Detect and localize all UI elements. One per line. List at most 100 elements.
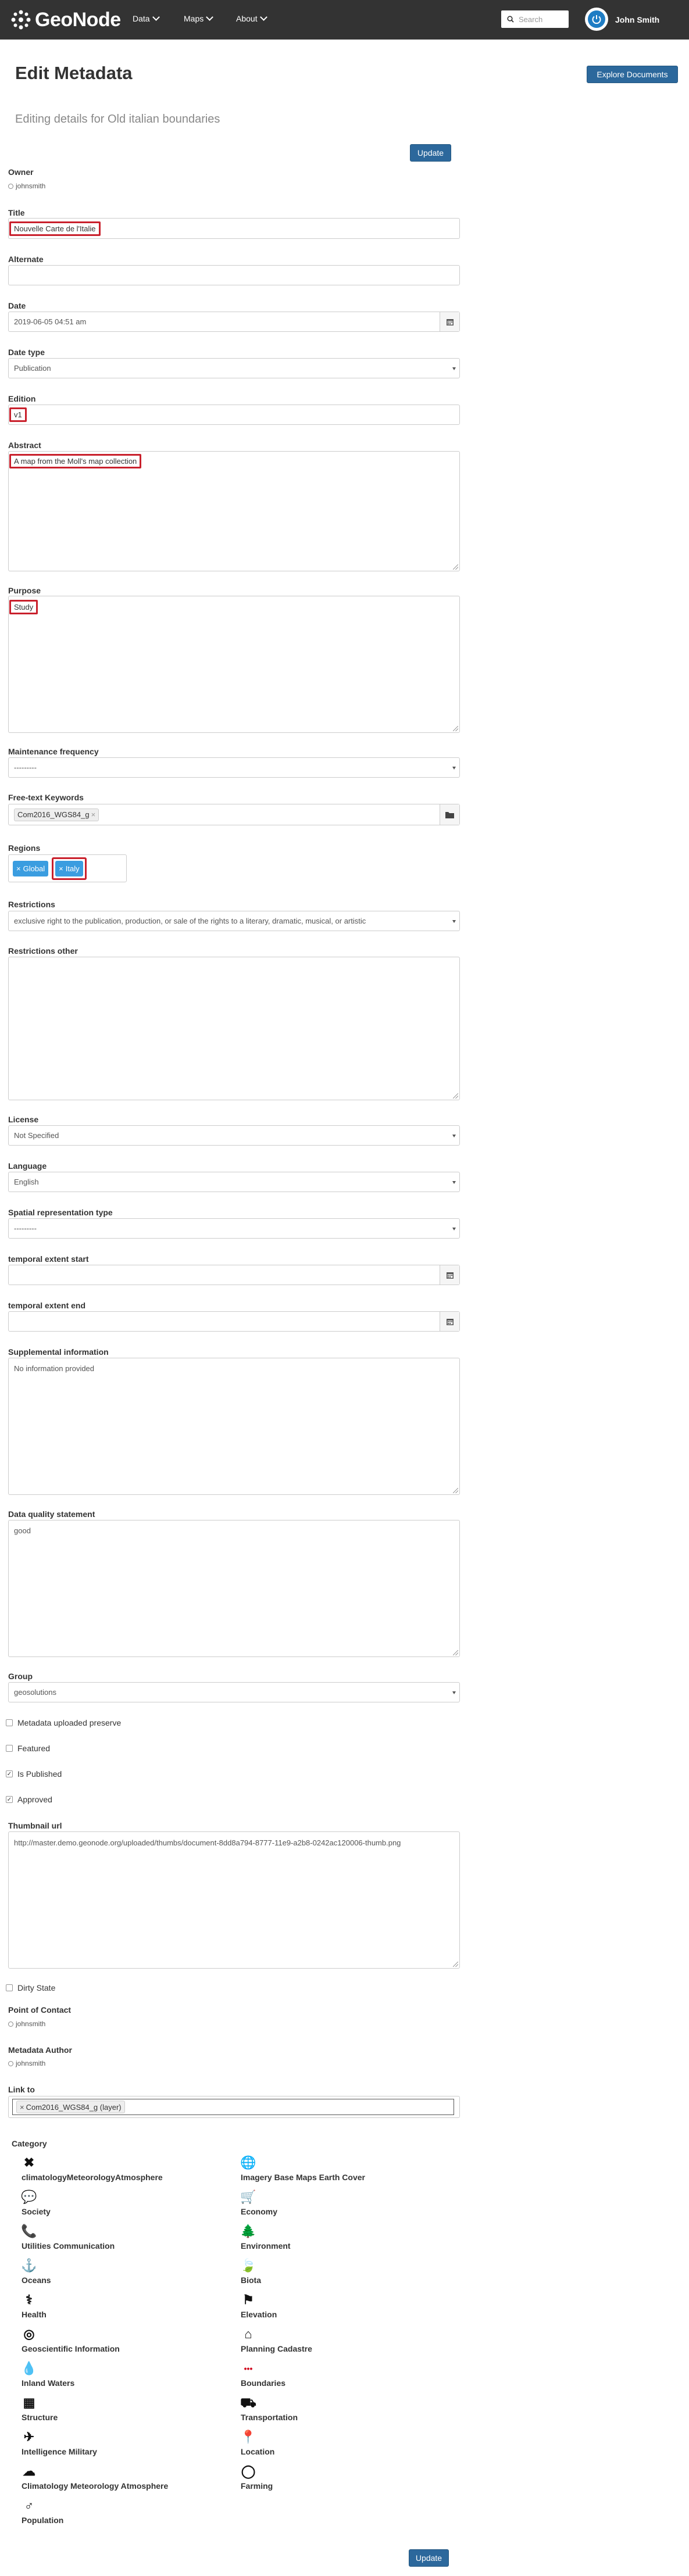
temporal-end-input[interactable] (8, 1311, 460, 1332)
title-label: Title (8, 208, 25, 217)
anchor-icon: ⚓ (21, 2258, 37, 2273)
category-left-item[interactable]: ⚓ Oceans (21, 2259, 51, 2285)
thumbnail-textarea[interactable]: http://master.demo.geonode.org/uploaded/… (8, 1831, 460, 1969)
category-left-item[interactable]: 📞 Utilities Communication (21, 2225, 115, 2251)
abstract-textarea[interactable]: A map from the Moll's map collection (8, 451, 460, 571)
checkbox-label: Metadata uploaded preserve (17, 1718, 122, 1727)
category-left-item[interactable]: ✈ Intelligence Military (22, 2431, 97, 2457)
approved-checkbox[interactable]: ✓ Approved (6, 1795, 52, 1804)
category-left-item[interactable]: 💬 Society (21, 2191, 51, 2217)
menu-about[interactable]: About (236, 13, 267, 23)
regions-input[interactable]: × Global × Italy (8, 854, 127, 882)
category-right-item[interactable]: ⛟ Transportation (240, 2396, 298, 2423)
dirty-state-checkbox[interactable]: Dirty State (6, 1983, 55, 1992)
update-button-top[interactable]: Update (410, 144, 451, 162)
category-left-item[interactable]: ▦ Structure (22, 2396, 58, 2423)
menu-data[interactable]: Data (133, 13, 160, 23)
region-tag-italy[interactable]: × Italy (55, 860, 83, 876)
checkbox-label: Featured (17, 1744, 51, 1753)
date-input[interactable]: 2019-06-05 04:51 am (8, 312, 460, 332)
keywords-input[interactable]: Com2016_WGS84_g × (8, 804, 460, 825)
resize-handle[interactable] (453, 1650, 458, 1655)
folder-button[interactable] (440, 804, 459, 825)
category-right-item[interactable]: 📍 Location (240, 2431, 274, 2457)
temporal-start-input[interactable] (8, 1265, 460, 1285)
language-select[interactable]: English (8, 1172, 460, 1192)
category-right-item[interactable]: 🛒 Economy (240, 2191, 277, 2217)
quality-textarea[interactable]: good (8, 1520, 460, 1657)
title-input[interactable]: Nouvelle Carte de l'Italie (8, 218, 460, 239)
resize-handle[interactable] (453, 1962, 458, 1967)
tree-icon: 🌲 (240, 2224, 256, 2238)
purpose-textarea[interactable]: Study (8, 596, 460, 733)
region-tag-global[interactable]: × Global (13, 860, 49, 876)
remove-icon[interactable]: × (59, 864, 63, 873)
remove-icon[interactable]: × (91, 810, 96, 819)
is-published-checkbox[interactable]: ✓ Is Published (6, 1769, 62, 1779)
menu-maps[interactable]: Maps (184, 13, 214, 23)
checkbox-icon[interactable] (6, 1745, 13, 1752)
featured-checkbox[interactable]: Featured (6, 1744, 50, 1753)
category-right-item[interactable]: 🌐 Imagery Base Maps Earth Cover (240, 2156, 365, 2183)
calendar-button[interactable] (440, 312, 459, 331)
spatial-select[interactable]: --------- (8, 1218, 460, 1239)
calendar-button[interactable] (440, 1312, 459, 1331)
date-type-select[interactable]: Publication (8, 358, 460, 378)
link-tag[interactable]: × Com2016_WGS84_g (layer) (16, 2101, 125, 2113)
category-right-item[interactable]: 🌲 Environment (240, 2225, 290, 2251)
alternate-input[interactable] (8, 265, 460, 285)
group-label: Group (8, 1672, 33, 1681)
category-right-item[interactable]: ◯ Farming (241, 2465, 273, 2491)
category-left-item[interactable]: ◎ Geoscientific Information (22, 2328, 120, 2354)
author-value[interactable]: johnsmith (8, 2059, 45, 2067)
remove-icon[interactable]: × (20, 2103, 24, 2112)
category-left-item[interactable]: 💧 Inland Waters (21, 2362, 74, 2388)
category-left-item[interactable]: ⚕ Health (22, 2294, 47, 2320)
resize-handle[interactable] (453, 726, 458, 731)
check-icon[interactable]: ✓ (6, 1796, 13, 1803)
search-input[interactable]: Search (501, 10, 569, 28)
explore-documents-button[interactable]: Explore Documents (587, 66, 678, 83)
category-left-item[interactable]: ♂ Population (22, 2499, 63, 2525)
resize-handle[interactable] (453, 1488, 458, 1493)
update-button-bottom[interactable]: Update (409, 2549, 449, 2567)
resize-handle[interactable] (453, 1093, 458, 1099)
tint-icon: 💧 (21, 2361, 37, 2375)
license-select[interactable]: Not Specified (8, 1125, 460, 1146)
page-subtitle: Editing details for Old italian boundari… (15, 113, 220, 126)
poc-value[interactable]: johnsmith (8, 2020, 45, 2028)
restrictions-label: Restrictions (8, 900, 55, 909)
caret-down-icon (452, 367, 456, 370)
user-menu[interactable]: John Smith (615, 15, 669, 24)
checkbox-icon[interactable] (6, 1984, 13, 1991)
restrictions-other-textarea[interactable] (8, 957, 460, 1100)
calendar-icon (446, 1318, 454, 1325)
edition-input[interactable]: v1 (8, 405, 460, 425)
group-select[interactable]: geosolutions (8, 1682, 460, 1702)
category-right-item[interactable]: ⌂ Planning Cadastre (241, 2328, 312, 2354)
category-label-text: Oceans (22, 2276, 51, 2285)
supplemental-textarea[interactable]: No information provided (8, 1358, 460, 1495)
resize-handle[interactable] (453, 564, 458, 570)
restrictions-select[interactable]: exclusive right to the publication, prod… (8, 911, 460, 931)
restrictions-other-label: Restrictions other (8, 946, 78, 956)
geonode-logo[interactable]: GeoNode (10, 7, 121, 33)
avatar[interactable] (585, 8, 608, 31)
checkbox-icon[interactable] (6, 1719, 13, 1726)
owner-value[interactable]: johnsmith (8, 182, 45, 190)
radio-icon (8, 2021, 13, 2027)
keyword-tag[interactable]: Com2016_WGS84_g × (14, 808, 99, 821)
remove-icon[interactable]: × (16, 864, 21, 873)
category-left-item[interactable]: ☁ Climatology Meteorology Atmosphere (22, 2465, 168, 2491)
category-right-item[interactable]: ••• Boundaries (241, 2364, 285, 2388)
link-input[interactable]: × Com2016_WGS84_g (layer) (8, 2096, 460, 2118)
metadata-preserve-checkbox[interactable]: Metadata uploaded preserve (6, 1718, 121, 1727)
maintenance-select[interactable]: --------- (8, 757, 460, 778)
category-right-item[interactable]: 🍃 Biota (240, 2259, 261, 2285)
calendar-button[interactable] (440, 1265, 459, 1285)
link-tag-label: Com2016_WGS84_g (layer) (26, 2102, 122, 2112)
thumbnail-label: Thumbnail url (8, 1821, 62, 1830)
check-icon[interactable]: ✓ (6, 1770, 13, 1777)
category-left-item[interactable]: ✖ climatologyMeteorologyAtmosphere (22, 2156, 163, 2183)
category-right-item[interactable]: ⚑ Elevation (241, 2294, 277, 2320)
